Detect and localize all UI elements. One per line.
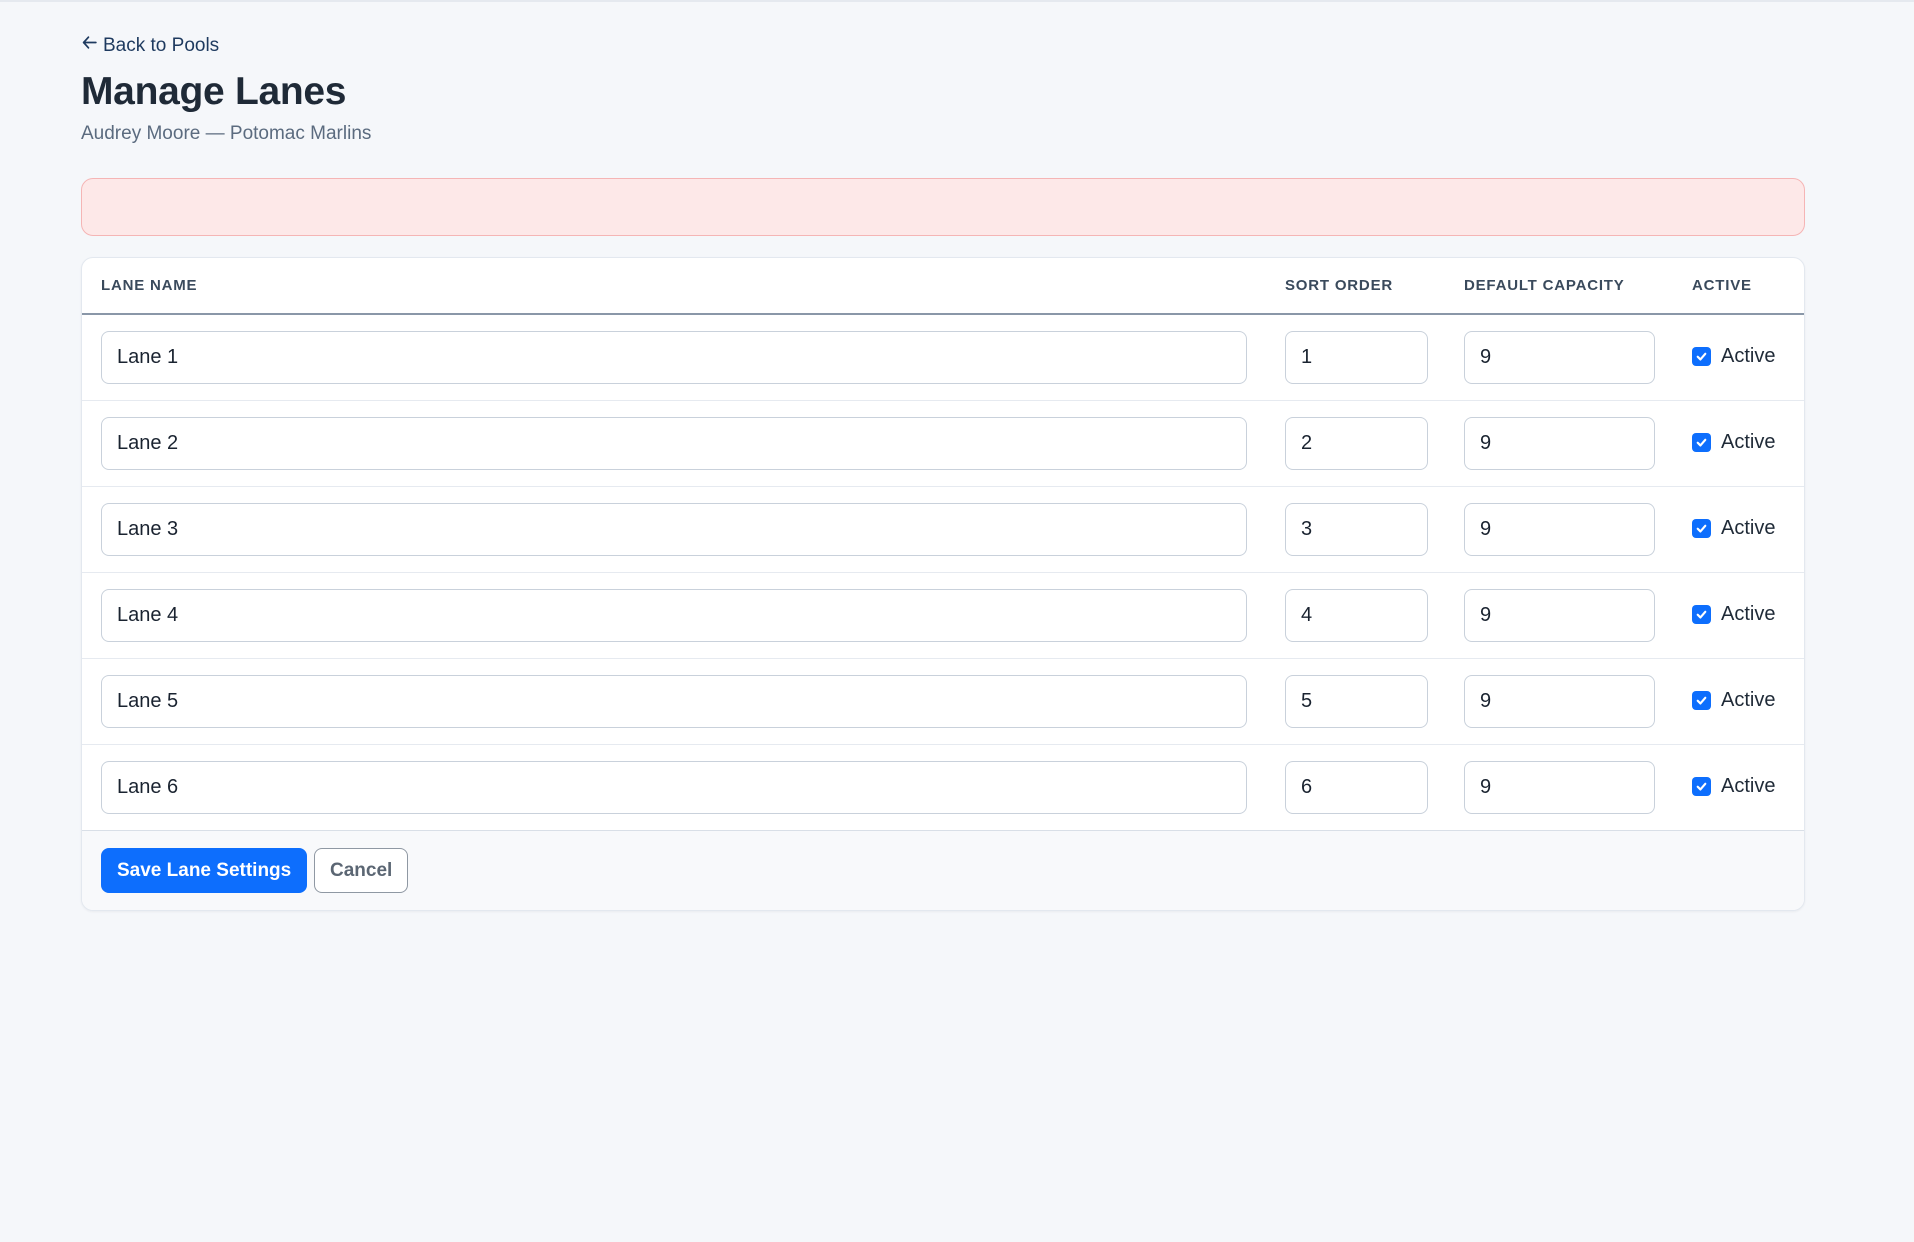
active-label: Active <box>1721 689 1776 711</box>
active-checkbox[interactable]: Active <box>1692 775 1775 798</box>
default-capacity-input[interactable] <box>1464 331 1655 384</box>
lane-name-input[interactable] <box>101 589 1247 642</box>
active-label: Active <box>1721 775 1776 797</box>
column-header-lane-name: LANE NAME <box>101 277 198 294</box>
top-border <box>0 0 1914 2</box>
active-label: Active <box>1721 345 1776 367</box>
lanes-table-body: Active Active Active <box>82 315 1804 831</box>
checkmark-icon[interactable] <box>1692 519 1711 538</box>
lane-name-input[interactable] <box>101 331 1247 384</box>
default-capacity-input[interactable] <box>1464 503 1655 556</box>
checkmark-icon[interactable] <box>1692 605 1711 624</box>
lane-name-input[interactable] <box>101 503 1247 556</box>
active-label: Active <box>1721 431 1776 453</box>
default-capacity-input[interactable] <box>1464 675 1655 728</box>
back-to-pools-link[interactable]: Back to Pools <box>81 34 219 57</box>
default-capacity-input[interactable] <box>1464 761 1655 814</box>
sort-order-input[interactable] <box>1285 761 1428 814</box>
sort-order-input[interactable] <box>1285 675 1428 728</box>
active-checkbox[interactable]: Active <box>1692 517 1775 540</box>
page-title: Manage Lanes <box>81 70 347 113</box>
table-row: Active <box>82 659 1804 745</box>
save-lane-settings-button[interactable]: Save Lane Settings <box>101 848 308 893</box>
default-capacity-input[interactable] <box>1464 417 1655 470</box>
page-subtitle: Audrey Moore — Potomac Marlins <box>81 123 372 144</box>
error-alert <box>81 178 1805 236</box>
table-row: Active <box>82 401 1804 487</box>
active-checkbox[interactable]: Active <box>1692 689 1775 712</box>
form-actions: Save Lane Settings Cancel <box>82 831 1804 910</box>
column-header-sort-order: SORT ORDER <box>1285 277 1394 294</box>
active-checkbox[interactable]: Active <box>1692 345 1775 368</box>
active-checkbox[interactable]: Active <box>1692 431 1775 454</box>
arrow-left-icon <box>81 34 98 57</box>
back-link-label: Back to Pools <box>103 34 220 56</box>
checkmark-icon[interactable] <box>1692 691 1711 710</box>
active-label: Active <box>1721 603 1776 625</box>
active-checkbox[interactable]: Active <box>1692 603 1775 626</box>
checkmark-icon[interactable] <box>1692 777 1711 796</box>
sort-order-input[interactable] <box>1285 589 1428 642</box>
sort-order-input[interactable] <box>1285 331 1428 384</box>
column-header-active: ACTIVE <box>1692 277 1752 294</box>
sort-order-input[interactable] <box>1285 503 1428 556</box>
lane-name-input[interactable] <box>101 675 1247 728</box>
default-capacity-input[interactable] <box>1464 589 1655 642</box>
table-header: LANE NAME SORT ORDER DEFAULT CAPACITY AC… <box>82 258 1804 315</box>
table-row: Active <box>82 573 1804 659</box>
lanes-form-card: LANE NAME SORT ORDER DEFAULT CAPACITY AC… <box>81 257 1805 911</box>
cancel-button[interactable]: Cancel <box>314 848 409 893</box>
checkmark-icon[interactable] <box>1692 347 1711 366</box>
active-label: Active <box>1721 517 1776 539</box>
table-row: Active <box>82 487 1804 573</box>
lane-name-input[interactable] <box>101 761 1247 814</box>
checkmark-icon[interactable] <box>1692 433 1711 452</box>
sort-order-input[interactable] <box>1285 417 1428 470</box>
table-row: Active <box>82 315 1804 401</box>
lane-name-input[interactable] <box>101 417 1247 470</box>
column-header-default-capacity: DEFAULT CAPACITY <box>1464 277 1625 294</box>
table-row: Active <box>82 745 1804 831</box>
